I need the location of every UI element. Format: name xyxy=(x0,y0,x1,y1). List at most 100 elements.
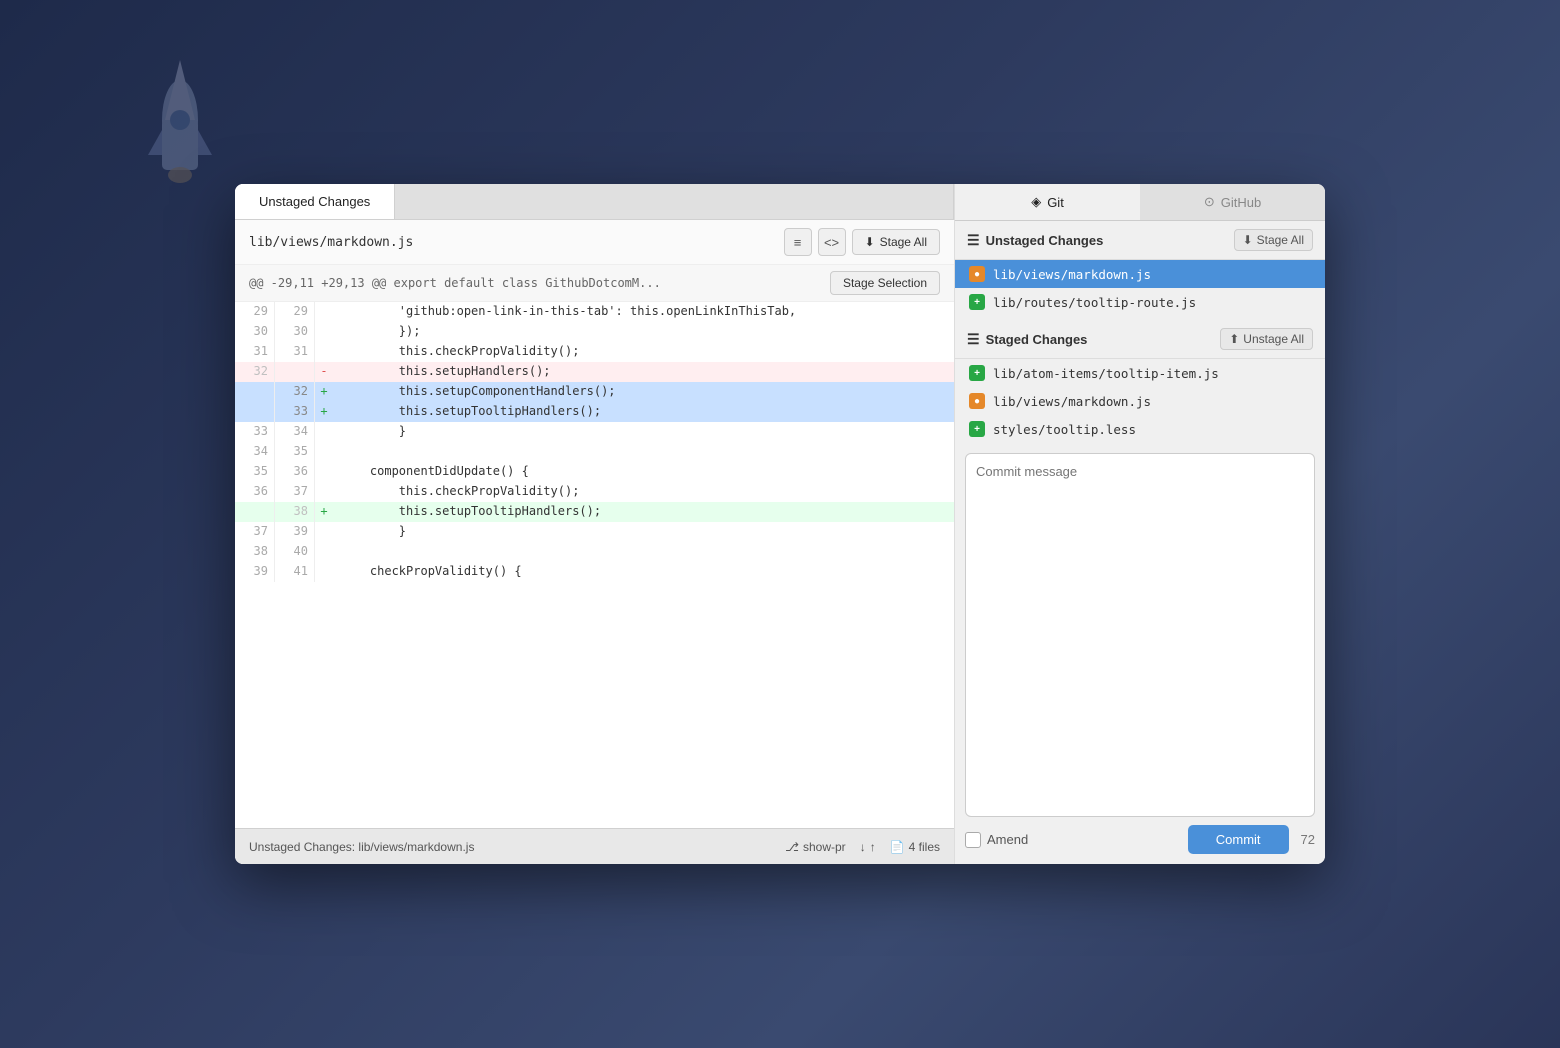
stage-all-icon: ⬇ xyxy=(865,235,875,249)
diff-row: 36 37 this.checkPropValidity(); xyxy=(235,482,954,502)
panel-content: Unstaged Changes lib/views/markdown.js ≡… xyxy=(235,184,1325,864)
diff-code: checkPropValidity() { xyxy=(333,562,530,582)
list-icon: ≡ xyxy=(794,235,802,250)
diff-code: this.setupHandlers(); xyxy=(333,362,559,382)
right-line-num: 29 xyxy=(275,302,315,322)
branch-icon: ⎇ xyxy=(785,840,799,854)
left-line-num: 33 xyxy=(235,422,275,442)
right-line-num: 34 xyxy=(275,422,315,442)
show-pr-item[interactable]: ⎇ show-pr xyxy=(785,840,846,854)
diff-header-text: @@ -29,11 +29,13 @@ export default class… xyxy=(249,276,661,290)
amend-label: Amend xyxy=(987,832,1028,847)
unstaged-file-item-1[interactable]: + lib/routes/tooltip-route.js xyxy=(955,288,1325,316)
diff-code: } xyxy=(333,422,414,442)
right-line-num xyxy=(275,362,315,382)
down-icon: ↓ xyxy=(860,840,866,854)
amend-checkbox[interactable] xyxy=(965,832,981,848)
unstaged-file-item-0[interactable]: ● lib/views/markdown.js xyxy=(955,260,1325,288)
diff-code: this.checkPropValidity(); xyxy=(333,342,587,362)
left-line-num: 31 xyxy=(235,342,275,362)
staged-file-name-1: lib/views/markdown.js xyxy=(993,394,1151,409)
tab-git[interactable]: ◈ Git xyxy=(955,184,1140,220)
tab-empty[interactable] xyxy=(395,184,954,219)
right-line-num: 37 xyxy=(275,482,315,502)
staged-file-item-2[interactable]: + styles/tooltip.less xyxy=(955,415,1325,443)
right-line-num: 40 xyxy=(275,542,315,562)
files-count: 4 files xyxy=(909,840,940,854)
files-count-item: 📄 4 files xyxy=(890,840,940,854)
diff-row: 33 34 } xyxy=(235,422,954,442)
left-line-num: 37 xyxy=(235,522,275,542)
left-line-num: 38 xyxy=(235,542,275,562)
list-view-btn[interactable]: ≡ xyxy=(784,228,812,256)
commit-footer: Amend Commit 72 xyxy=(965,825,1315,854)
right-pane: ◈ Git ⊙ GitHub ☰ Unstaged Changes ⬇ Stag… xyxy=(955,184,1325,864)
diff-code: componentDidUpdate() { xyxy=(333,462,537,482)
added-icon-1: + xyxy=(969,294,985,310)
diff-row: 37 39 } xyxy=(235,522,954,542)
left-tab-bar: Unstaged Changes xyxy=(235,184,954,220)
git-tab-label: Git xyxy=(1047,195,1064,210)
staged-file-item-1[interactable]: ● lib/views/markdown.js xyxy=(955,387,1325,415)
diff-row-added-selected: 33 + this.setupTooltipHandlers(); xyxy=(235,402,954,422)
left-pane: Unstaged Changes lib/views/markdown.js ≡… xyxy=(235,184,955,864)
right-line-num: 38 xyxy=(275,502,315,522)
diff-sign xyxy=(315,342,333,362)
tab-github[interactable]: ⊙ GitHub xyxy=(1140,184,1325,220)
right-line-num: 41 xyxy=(275,562,315,582)
right-line-num: 32 xyxy=(275,382,315,402)
staged-file-name-2: styles/tooltip.less xyxy=(993,422,1136,437)
fetch-pull-item[interactable]: ↓ ↑ xyxy=(860,840,876,854)
unstaged-file-name-0: lib/views/markdown.js xyxy=(993,267,1151,282)
diff-row: 29 29 'github:open-link-in-this-tab': th… xyxy=(235,302,954,322)
diff-sign xyxy=(315,522,333,542)
diff-code: this.setupTooltipHandlers(); xyxy=(333,402,609,422)
diff-sign: + xyxy=(315,382,333,402)
diff-code: 'github:open-link-in-this-tab': this.ope… xyxy=(333,302,804,322)
stage-selection-button[interactable]: Stage Selection xyxy=(830,271,940,295)
diff-row: 31 31 this.checkPropValidity(); xyxy=(235,342,954,362)
status-bar: Unstaged Changes: lib/views/markdown.js … xyxy=(235,828,954,864)
unstage-all-icon: ⬆ xyxy=(1229,332,1239,346)
right-line-num: 35 xyxy=(275,442,315,462)
right-line-num: 31 xyxy=(275,342,315,362)
added-icon-staged-0: + xyxy=(969,365,985,381)
stage-all-button[interactable]: ⬇ Stage All xyxy=(852,229,940,255)
diff-code: this.setupComponentHandlers(); xyxy=(333,382,624,402)
diff-code: } xyxy=(333,522,414,542)
files-icon: 📄 xyxy=(890,840,905,854)
tab-unstaged-changes[interactable]: Unstaged Changes xyxy=(235,184,395,219)
stage-all-right-btn[interactable]: ⬇ Stage All xyxy=(1234,229,1313,251)
diff-body: 29 29 'github:open-link-in-this-tab': th… xyxy=(235,302,954,828)
git-icon: ◈ xyxy=(1031,194,1041,210)
github-icon: ⊙ xyxy=(1204,194,1215,210)
diff-sign: + xyxy=(315,402,333,422)
diff-sign: - xyxy=(315,362,333,382)
status-text: Unstaged Changes: lib/views/markdown.js xyxy=(249,840,474,854)
right-line-num: 39 xyxy=(275,522,315,542)
left-line-num: 35 xyxy=(235,462,275,482)
code-view-btn[interactable]: <> xyxy=(818,228,846,256)
stage-all-label: Stage All xyxy=(880,235,927,249)
right-line-num: 33 xyxy=(275,402,315,422)
staged-section-header: ☰ Staged Changes ⬆ Unstage All xyxy=(955,320,1325,359)
diff-row-removed: 32 - this.setupHandlers(); xyxy=(235,362,954,382)
commit-button[interactable]: Commit xyxy=(1188,825,1289,854)
diff-sign xyxy=(315,302,333,322)
unstage-all-btn[interactable]: ⬆ Unstage All xyxy=(1220,328,1313,350)
right-line-num: 36 xyxy=(275,462,315,482)
unstaged-title-text: Unstaged Changes xyxy=(986,233,1104,248)
added-icon-staged-2: + xyxy=(969,421,985,437)
commit-message-textarea[interactable] xyxy=(965,453,1315,817)
file-path: lib/views/markdown.js xyxy=(249,235,413,250)
commit-count: 72 xyxy=(1301,832,1315,847)
github-tab-label: GitHub xyxy=(1221,195,1261,210)
diff-code: this.checkPropValidity(); xyxy=(333,482,587,502)
staged-title-text: Staged Changes xyxy=(986,332,1088,347)
modified-icon-staged-1: ● xyxy=(969,393,985,409)
diff-row-added-selected: 32 + this.setupComponentHandlers(); xyxy=(235,382,954,402)
left-line-num: 36 xyxy=(235,482,275,502)
modified-icon-0: ● xyxy=(969,266,985,282)
staged-file-item-0[interactable]: + lib/atom-items/tooltip-item.js xyxy=(955,359,1325,387)
unstage-all-label: Unstage All xyxy=(1243,332,1304,346)
